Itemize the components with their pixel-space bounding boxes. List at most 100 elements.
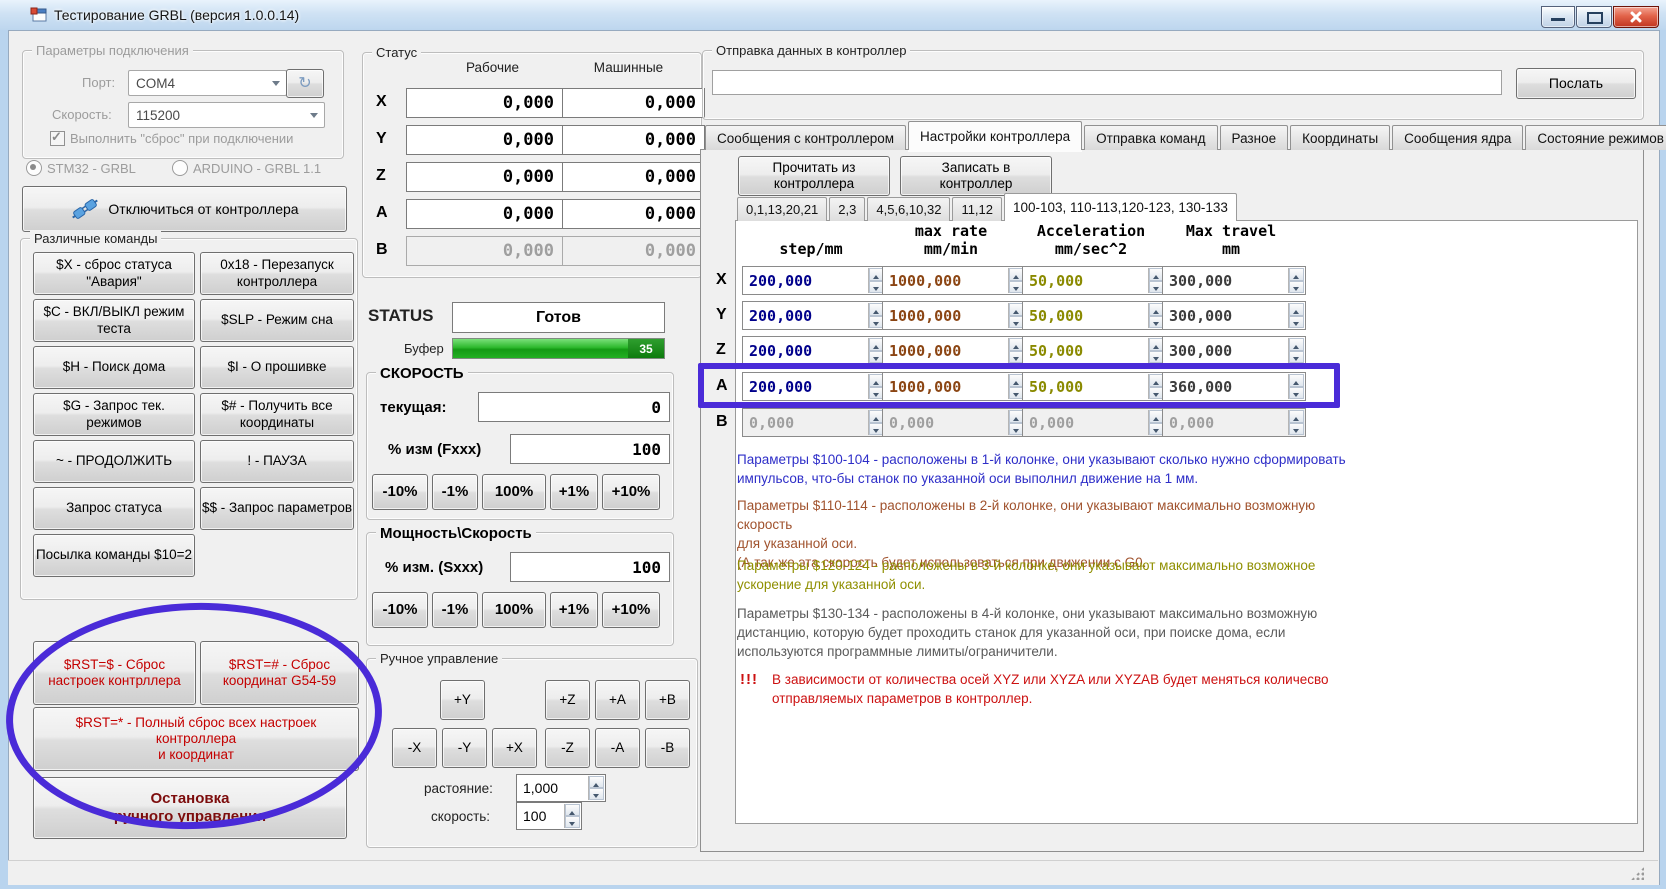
subtab-0-1-13-20-21[interactable]: 0,1,13,20,21 <box>737 197 828 221</box>
jog-plus-z-button[interactable]: +Z <box>545 680 590 720</box>
a-accel-field[interactable]: 50,000 <box>1022 372 1166 401</box>
jog-plus-y-button[interactable]: +Y <box>440 680 485 720</box>
subtab-100-133[interactable]: 100-103, 110-113,120-123, 130-133 <box>1004 193 1237 221</box>
close-button[interactable] <box>1613 6 1659 28</box>
z-accel-field[interactable]: 50,000 <box>1022 336 1166 365</box>
disconnect-button[interactable]: Отключиться от контроллера <box>22 186 347 232</box>
power-plus1-button[interactable]: +1% <box>550 592 598 628</box>
minimize-button[interactable] <box>1541 6 1575 28</box>
jog-speed-field[interactable]: 100 <box>516 802 582 830</box>
tab-misc[interactable]: Разное <box>1219 125 1289 150</box>
resize-grip-icon[interactable] <box>1631 867 1644 880</box>
send-button[interactable]: Послать <box>1516 68 1636 99</box>
x-travel-field[interactable]: 300,000 <box>1162 266 1306 295</box>
jog-distance-spinner[interactable] <box>588 776 604 800</box>
rst-settings-button[interactable]: $RST=$ - Сброс настроек контрллера <box>33 641 196 705</box>
radio-stm32 <box>26 160 42 176</box>
tab-send-commands[interactable]: Отправка команд <box>1084 125 1218 150</box>
axis-b-label: B <box>376 241 388 258</box>
y-accel-field[interactable]: 50,000 <box>1022 301 1166 330</box>
feed-minus1-button[interactable]: -1% <box>432 474 478 510</box>
spinner[interactable] <box>1288 338 1304 363</box>
axis-y-label: Y <box>376 130 387 147</box>
a-travel-field[interactable]: 360,000 <box>1162 372 1306 401</box>
rst-all-button[interactable]: $RST=* - Полный сброс всех настроек конт… <box>33 707 359 771</box>
z-travel-field[interactable]: 300,000 <box>1162 336 1306 365</box>
cmd-firmware-info-button[interactable]: $I - О прошивке <box>200 346 354 389</box>
cmd-resume-button[interactable]: ~ - ПРОДОЛЖИТЬ <box>33 440 195 483</box>
cmd-params-query-button[interactable]: $$ - Запрос параметров <box>200 487 354 530</box>
power-percent-field[interactable]: 100 <box>510 552 670 582</box>
y-maxrate-value: 1000,000 <box>889 306 962 325</box>
cmd-gcode-state-button[interactable]: $G - Запрос тек. режимов <box>33 393 195 436</box>
x-step-field[interactable]: 200,000 <box>742 266 886 295</box>
jog-speed-spinner[interactable] <box>564 804 580 828</box>
subtab-11-12[interactable]: 11,12 <box>952 197 1003 221</box>
feed-minus10-button[interactable]: -10% <box>372 474 428 510</box>
a-maxrate-value: 1000,000 <box>889 377 962 396</box>
feed-100-button[interactable]: 100% <box>482 474 546 510</box>
cmd-pause-button[interactable]: ! - ПАУЗА <box>200 440 354 483</box>
subtab-2-3[interactable]: 2,3 <box>829 197 866 221</box>
spinner[interactable] <box>1288 374 1304 399</box>
stop-manual-button[interactable]: Остановка ручного управления <box>33 777 347 839</box>
y-travel-field[interactable]: 300,000 <box>1162 301 1306 330</box>
cmd-send-10-button[interactable]: Посылка команды $10=2 <box>33 534 195 577</box>
y-step-value: 200,000 <box>749 306 813 325</box>
z-maxrate-field[interactable]: 1000,000 <box>882 336 1026 365</box>
jog-minus-y-button[interactable]: -Y <box>442 728 487 768</box>
power-minus10-button[interactable]: -10% <box>372 592 428 628</box>
warning-text: В зависимости от количества осей XYZ или… <box>772 672 1329 706</box>
b-accel-field: 0,000 <box>1022 408 1166 437</box>
read-from-controller-button[interactable]: Прочитать из контроллера <box>738 156 890 196</box>
rst-coords-button[interactable]: $RST=# - Сброс координат G54-59 <box>200 641 359 705</box>
cmd-sleep-button[interactable]: $SLP - Режим сна <box>200 299 354 342</box>
spinner[interactable] <box>1288 268 1304 293</box>
y-step-field[interactable]: 200,000 <box>742 301 886 330</box>
a-step-field[interactable]: 200,000 <box>742 372 886 401</box>
tab-core-messages[interactable]: Сообщения ядра <box>1392 125 1524 150</box>
power-plus10-button[interactable]: +10% <box>602 592 660 628</box>
tab-controller-messages[interactable]: Сообщения с контроллером <box>705 125 907 150</box>
spinner[interactable] <box>1288 303 1304 328</box>
tab-coordinates[interactable]: Координаты <box>1290 125 1391 150</box>
write-to-controller-button[interactable]: Записать в контроллер <box>900 156 1052 196</box>
app-window: Тестирование GRBL (версия 1.0.0.14) Пара… <box>0 0 1666 889</box>
send-command-input[interactable] <box>712 70 1502 95</box>
jog-minus-b-button[interactable]: -B <box>645 728 690 768</box>
connection-group-title: Параметры подключения <box>32 43 193 58</box>
jog-minus-a-button[interactable]: -A <box>595 728 640 768</box>
maximize-button[interactable] <box>1576 6 1612 28</box>
cmd-unlock-button[interactable]: $X - сброс статуса "Авария" <box>33 252 195 295</box>
feed-percent-field[interactable]: 100 <box>510 434 670 464</box>
a-travel-value: 360,000 <box>1169 377 1233 396</box>
x-maxrate-field[interactable]: 1000,000 <box>882 266 1026 295</box>
cmd-get-coords-button[interactable]: $# - Получить все координаты <box>200 393 354 436</box>
power-100-button[interactable]: 100% <box>482 592 546 628</box>
plug-icon <box>72 199 99 219</box>
jog-minus-x-button[interactable]: -X <box>392 728 437 768</box>
cmd-check-mode-button[interactable]: $C - ВКЛ/ВЫКЛ режим теста <box>33 299 195 342</box>
jog-plus-x-button[interactable]: +X <box>492 728 537 768</box>
jog-minus-z-button[interactable]: -Z <box>545 728 590 768</box>
feed-plus1-button[interactable]: +1% <box>550 474 598 510</box>
tab-controller-settings[interactable]: Настройки контроллера <box>908 121 1083 150</box>
row-y-label: Y <box>716 306 727 323</box>
tab-modes-state[interactable]: Состояние режимов <box>1525 125 1666 150</box>
z-step-field[interactable]: 200,000 <box>742 336 886 365</box>
note-100-104: Параметры $100-104 - расположены в 1-й к… <box>737 452 1346 486</box>
b-step-value: 0,000 <box>749 413 795 432</box>
jog-plus-a-button[interactable]: +A <box>595 680 640 720</box>
y-maxrate-field[interactable]: 1000,000 <box>882 301 1026 330</box>
cmd-reset-controller-button[interactable]: 0x18 - Перезапуск контроллера <box>200 252 354 295</box>
jog-distance-field[interactable]: 1,000 <box>516 774 606 802</box>
cmd-home-button[interactable]: $H - Поиск дома <box>33 346 195 389</box>
jog-plus-b-button[interactable]: +B <box>645 680 690 720</box>
cmd-status-query-button[interactable]: Запрос статуса <box>33 487 195 530</box>
a-maxrate-field[interactable]: 1000,000 <box>882 372 1026 401</box>
subtab-4-5-6-10-32[interactable]: 4,5,6,10,32 <box>867 197 951 221</box>
chevron-down-icon <box>305 105 322 125</box>
feed-plus10-button[interactable]: +10% <box>602 474 660 510</box>
x-accel-field[interactable]: 50,000 <box>1022 266 1166 295</box>
power-minus1-button[interactable]: -1% <box>432 592 478 628</box>
